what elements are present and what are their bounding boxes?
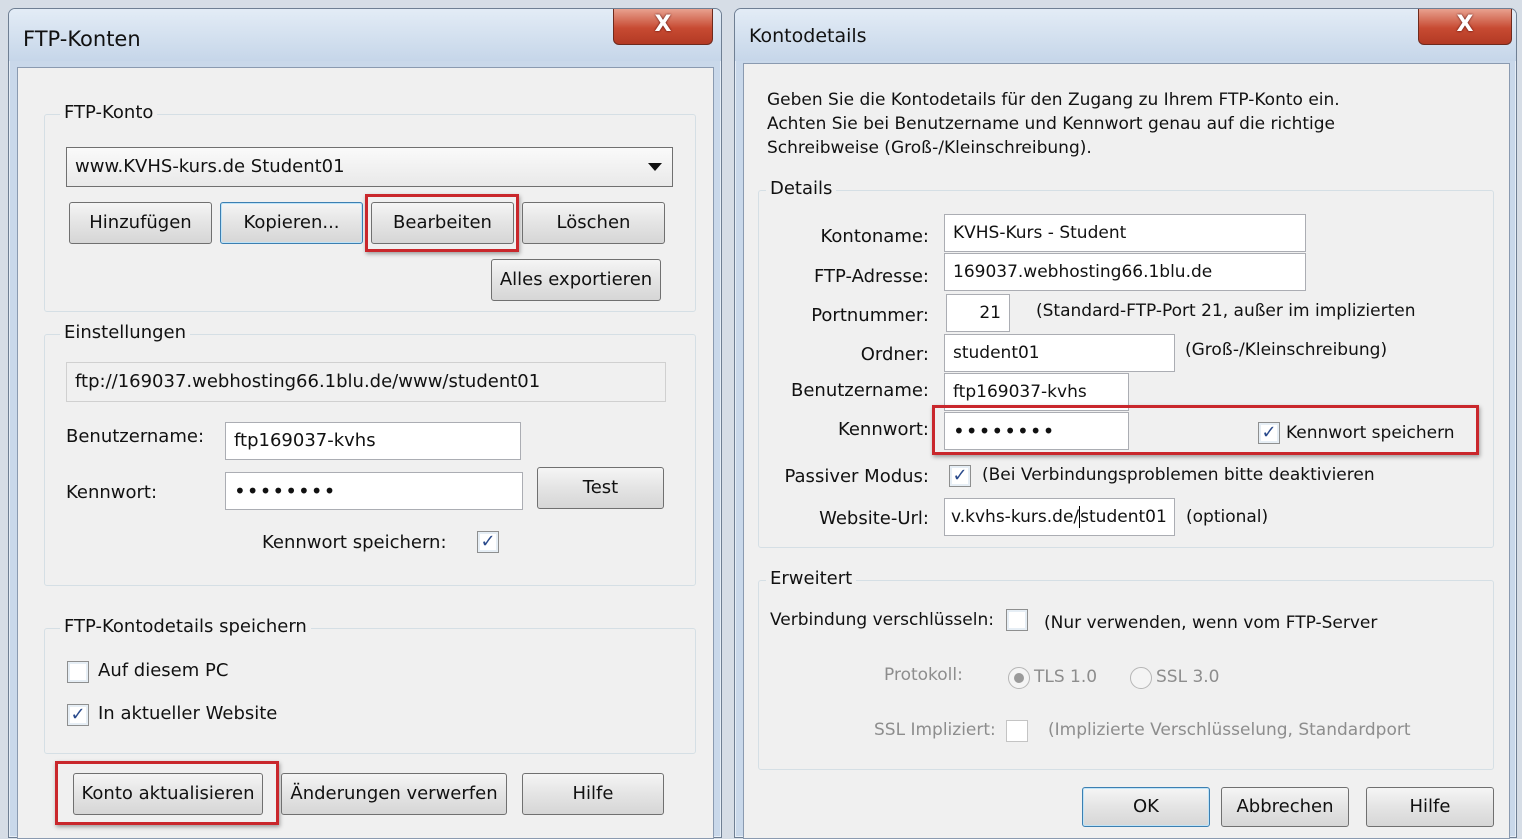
- passive-mode-label: Passiver Modus:: [784, 466, 929, 487]
- website-url-text-before-caret: v.kvhs-kurs.de/: [951, 507, 1080, 527]
- delete-button[interactable]: Löschen: [522, 202, 665, 244]
- folder-hint: (Groß-/Kleinschreibung): [1185, 340, 1388, 360]
- add-button[interactable]: Hinzufügen: [69, 202, 212, 244]
- website-url-hint: (optional): [1186, 507, 1269, 527]
- encrypt-connection-hint: (Nur verwenden, wenn vom FTP-Server: [1044, 613, 1378, 633]
- help-button[interactable]: Hilfe: [1366, 787, 1494, 827]
- password-label: Kennwort:: [837, 419, 929, 440]
- intro-text-line-1: Geben Sie die Kontodetails für den Zugan…: [767, 90, 1340, 110]
- check-icon: ✓: [70, 704, 86, 725]
- passive-mode-hint: (Bei Verbindungsproblemen bitte deaktivi…: [982, 465, 1375, 485]
- folder-label: Ordner:: [860, 344, 929, 365]
- in-website-label: In aktueller Website: [98, 703, 278, 724]
- save-password-checkbox[interactable]: ✓: [477, 531, 499, 553]
- ssl-label: SSL 3.0: [1156, 667, 1220, 687]
- encrypt-connection-label: Verbindung verschlüsseln:: [770, 610, 994, 630]
- ssl-radio[interactable]: [1130, 667, 1152, 689]
- dialog-client-area: FTP-Konto www.KVHS-kurs.de Student01 Hin…: [17, 67, 714, 839]
- encrypt-connection-checkbox[interactable]: [1006, 609, 1028, 631]
- username-label: Benutzername:: [790, 380, 929, 401]
- passive-mode-checkbox[interactable]: ✓: [949, 465, 971, 487]
- account-name-label: Kontoname:: [820, 226, 929, 247]
- close-button[interactable]: X: [1418, 9, 1512, 45]
- save-details-group: [44, 628, 696, 754]
- port-label: Portnummer:: [811, 305, 929, 326]
- help-button[interactable]: Hilfe: [522, 773, 664, 815]
- port-hint: (Standard-FTP-Port 21, außer im implizie…: [1036, 301, 1416, 321]
- close-button[interactable]: X: [613, 9, 713, 45]
- advanced-group-label: Erweitert: [766, 568, 857, 589]
- tls-radio[interactable]: [1008, 667, 1030, 689]
- copy-button[interactable]: Kopieren...: [220, 202, 363, 244]
- website-url-field[interactable]: v.kvhs-kurs.de/student01: [944, 498, 1175, 536]
- advanced-group: [758, 580, 1494, 770]
- folder-field[interactable]: student01: [944, 334, 1175, 372]
- port-field[interactable]: 21: [946, 294, 1010, 332]
- save-details-group-label: FTP-Kontodetails speichern: [60, 616, 311, 637]
- dialog-client-area: Geben Sie die Kontodetails für den Zugan…: [743, 63, 1510, 839]
- test-button[interactable]: Test: [537, 467, 664, 509]
- intro-text-line-3: Schreibweise (Groß-/Kleinschreibung).: [767, 138, 1092, 158]
- ftp-address-field[interactable]: 169037.webhosting66.1blu.de: [944, 253, 1306, 291]
- ftp-address-label: FTP-Adresse:: [814, 266, 929, 287]
- titlebar[interactable]: Kontodetails: [735, 9, 1516, 61]
- website-url-label: Website-Url:: [819, 508, 929, 529]
- highlight-edit-button: [365, 194, 519, 252]
- save-password-label: Kennwort speichern:: [262, 532, 447, 553]
- check-icon: ✓: [480, 531, 496, 552]
- chevron-down-icon[interactable]: [648, 163, 662, 171]
- ssl-implicit-label: SSL Impliziert:: [874, 720, 996, 740]
- password-field[interactable]: ••••••••: [225, 472, 523, 510]
- ssl-implicit-checkbox[interactable]: [1006, 720, 1028, 742]
- account-select[interactable]: www.KVHS-kurs.de Student01: [66, 147, 673, 187]
- cancel-button[interactable]: Abbrechen: [1221, 787, 1349, 827]
- ftp-url-field[interactable]: ftp://169037.webhosting66.1blu.de/www/st…: [66, 362, 666, 402]
- intro-text-line-2: Achten Sie bei Benutzername und Kennwort…: [767, 114, 1335, 134]
- username-label: Benutzername:: [66, 426, 205, 447]
- website-url-text-after-caret: student01: [1080, 507, 1167, 527]
- on-this-pc-label: Auf diesem PC: [98, 660, 229, 681]
- highlight-password-row: [932, 405, 1479, 455]
- password-label: Kennwort:: [66, 482, 158, 503]
- window-title: Kontodetails: [749, 25, 867, 47]
- discard-changes-button[interactable]: Änderungen verwerfen: [281, 773, 507, 815]
- details-group-label: Details: [766, 178, 837, 199]
- check-icon: ✓: [952, 465, 968, 486]
- account-name-field[interactable]: KVHS-Kurs - Student: [944, 214, 1306, 252]
- window-title: FTP-Konten: [23, 27, 141, 51]
- tls-label: TLS 1.0: [1034, 667, 1098, 687]
- account-select-value: www.KVHS-kurs.de Student01: [75, 156, 345, 177]
- in-website-checkbox[interactable]: ✓: [67, 704, 89, 726]
- ftp-konten-window: FTP-Konten X FTP-Konto www.KVHS-kurs.de …: [8, 8, 722, 839]
- on-this-pc-checkbox[interactable]: [67, 661, 89, 683]
- kontodetails-window: Kontodetails X Geben Sie die Kontodetail…: [734, 8, 1517, 839]
- highlight-update-button: [55, 761, 279, 825]
- protocol-label: Protokoll:: [884, 665, 963, 685]
- export-all-button[interactable]: Alles exportieren: [491, 259, 661, 301]
- ftp-konto-group-label: FTP-Konto: [60, 102, 158, 123]
- ssl-implicit-hint: (Implizierte Verschlüsselung, Standardpo…: [1048, 720, 1411, 740]
- settings-group-label: Einstellungen: [60, 322, 191, 343]
- username-field[interactable]: ftp169037-kvhs: [225, 422, 521, 460]
- ok-button[interactable]: OK: [1082, 787, 1210, 827]
